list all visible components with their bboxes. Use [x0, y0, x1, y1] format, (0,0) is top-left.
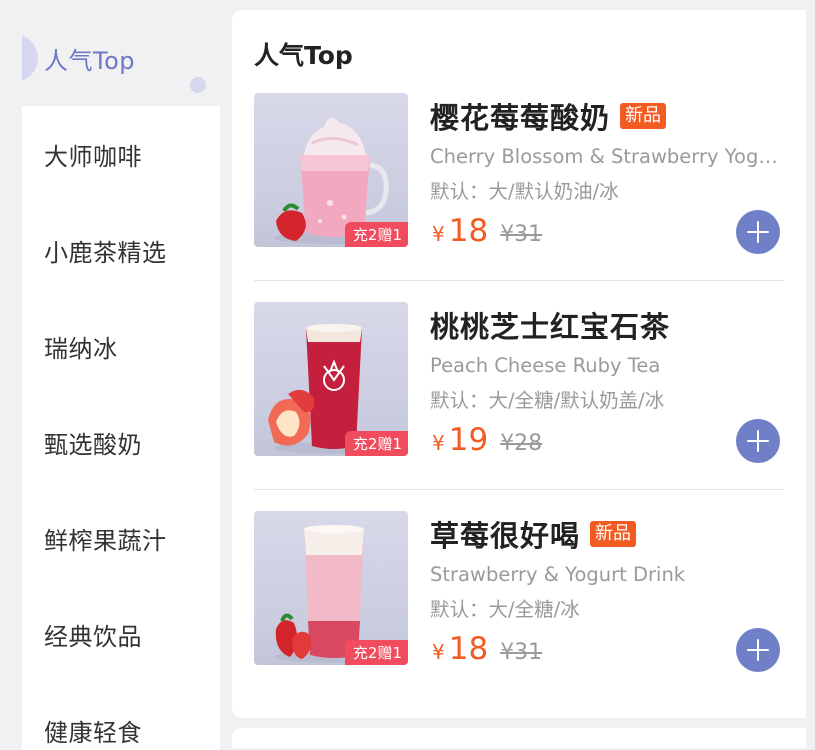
- currency-symbol: ¥: [432, 640, 445, 664]
- product-english-name: Peach Cheese Ruby Tea: [430, 354, 661, 377]
- add-to-cart-button[interactable]: [736, 419, 780, 463]
- product-name-row: 草莓很好喝 新品: [430, 513, 637, 555]
- product-divider: [254, 280, 784, 281]
- product-name-row: 桃桃芝士红宝石茶: [430, 304, 670, 346]
- category-item-master-coffee[interactable]: 大师咖啡: [22, 106, 220, 202]
- next-section-card: [232, 728, 806, 748]
- promo-tag: 充2赠1: [344, 222, 408, 247]
- product-name: 草莓很好喝: [430, 519, 581, 553]
- category-label: 甄选酸奶: [44, 430, 142, 459]
- category-label: 健康轻食: [44, 718, 142, 747]
- product-card[interactable]: 充2赠1 桃桃芝士红宝石茶 Peach Cheese Ruby Tea 默认：大…: [254, 302, 784, 490]
- product-default-options: 默认：大/默认奶油/冰: [430, 180, 619, 203]
- category-item-deer-tea[interactable]: 小鹿茶精选: [22, 202, 220, 298]
- price-row: ¥ 19 ¥28: [432, 422, 542, 458]
- product-card[interactable]: 充2赠1 樱花莓莓酸奶 新品 Cherry Blossom & Strawber…: [254, 93, 784, 281]
- promo-tag: 充2赠1: [344, 640, 408, 665]
- category-item-fresh-juice[interactable]: 鲜榨果蔬汁: [22, 490, 220, 586]
- product-english-name: Strawberry & Yogurt Drink: [430, 563, 686, 586]
- category-label: 瑞纳冰: [44, 334, 118, 363]
- category-item-luckin-ice[interactable]: 瑞纳冰: [22, 298, 220, 394]
- category-item-light-food[interactable]: 健康轻食: [22, 682, 220, 750]
- product-image[interactable]: 充2赠1: [254, 511, 408, 665]
- original-price: ¥31: [500, 222, 543, 247]
- category-item-classic-drinks[interactable]: 经典饮品: [22, 586, 220, 682]
- category-label: 人气Top: [44, 46, 135, 75]
- new-badge: 新品: [620, 103, 667, 129]
- category-item-yogurt[interactable]: 甄选酸奶: [22, 394, 220, 490]
- current-price: 18: [448, 631, 489, 667]
- add-to-cart-button[interactable]: [736, 210, 780, 254]
- original-price: ¥28: [500, 431, 543, 456]
- product-name: 桃桃芝士红宝石茶: [430, 310, 671, 344]
- product-name: 樱花莓莓酸奶: [430, 101, 611, 135]
- original-price: ¥31: [500, 640, 543, 665]
- product-card[interactable]: 充2赠1 草莓很好喝 新品 Strawberry & Yogurt Drink …: [254, 511, 784, 699]
- category-item-popular-top[interactable]: 人气Top: [22, 10, 220, 106]
- promo-tag: 充2赠1: [344, 431, 408, 456]
- product-default-options: 默认：大/全糖/冰: [430, 598, 580, 621]
- category-label: 鲜榨果蔬汁: [44, 526, 167, 555]
- price-row: ¥ 18 ¥31: [432, 631, 542, 667]
- category-sidebar: 人气Top 大师咖啡 小鹿茶精选 瑞纳冰 甄选酸奶 鲜榨果蔬汁 经典饮品 健康轻…: [22, 10, 220, 750]
- current-price: 18: [448, 213, 489, 249]
- decorative-dot: [190, 77, 206, 93]
- section-title: 人气Top: [254, 41, 353, 70]
- product-list-panel: 人气Top 充2赠1 樱花莓莓酸奶 新品 Cherry Blossom & St…: [232, 10, 806, 718]
- product-default-options: 默认：大/全糖/默认奶盖/冰: [430, 389, 665, 412]
- currency-symbol: ¥: [432, 222, 445, 246]
- category-label: 大师咖啡: [44, 142, 142, 171]
- product-image[interactable]: 充2赠1: [254, 93, 408, 247]
- product-name-row: 樱花莓莓酸奶 新品: [430, 95, 667, 137]
- new-badge: 新品: [590, 521, 637, 547]
- category-label: 小鹿茶精选: [44, 238, 167, 267]
- currency-symbol: ¥: [432, 431, 445, 455]
- category-label: 经典饮品: [44, 622, 142, 651]
- product-english-name: Cherry Blossom & Strawberry Yogurt: [430, 145, 784, 168]
- current-price: 19: [448, 422, 489, 458]
- product-image[interactable]: 充2赠1: [254, 302, 408, 456]
- active-category-indicator: [22, 34, 38, 82]
- price-row: ¥ 18 ¥31: [432, 213, 542, 249]
- product-divider: [254, 489, 784, 490]
- add-to-cart-button[interactable]: [736, 628, 780, 672]
